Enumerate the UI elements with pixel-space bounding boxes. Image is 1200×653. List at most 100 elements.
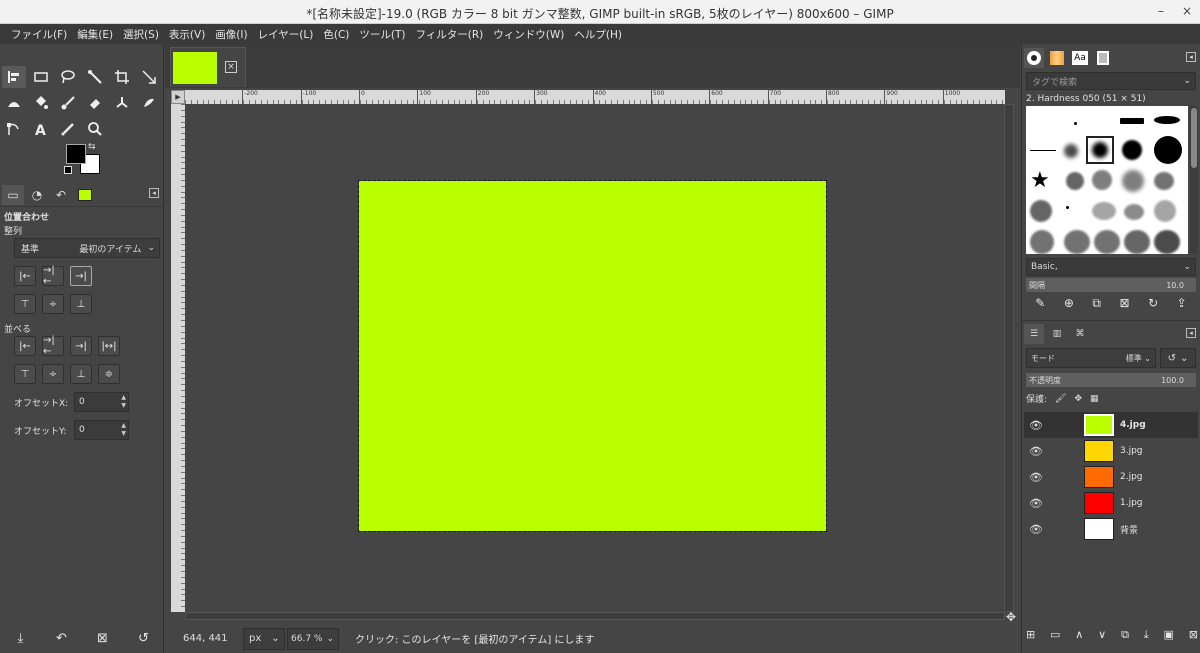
brushes-tab-icon[interactable] [1024, 48, 1044, 68]
dock-menu-icon[interactable]: ◂ [149, 188, 159, 198]
offset-y-input[interactable]: 0 ▲ ▼ [74, 420, 129, 440]
tool-options-tab-icon[interactable]: ▭ [2, 185, 24, 205]
navigate-icon[interactable]: ✥ [1006, 610, 1016, 624]
undo-history-tab-icon[interactable]: ↶ [50, 185, 72, 205]
color-picker-icon[interactable] [56, 118, 80, 140]
spin-arrows-icon[interactable]: ▲ ▼ [121, 394, 126, 410]
document-history-tab-icon[interactable] [1093, 48, 1113, 68]
lock-pixels-icon[interactable]: 🖌 [1055, 394, 1066, 404]
warp-icon[interactable] [2, 92, 26, 114]
brush-item[interactable] [1124, 230, 1150, 254]
new-layer-icon[interactable]: ⊞ [1026, 628, 1035, 642]
brush-item[interactable] [1030, 150, 1056, 151]
transform-icon[interactable] [137, 66, 161, 88]
raise-layer-icon[interactable]: ∧ [1075, 628, 1083, 642]
align-right-button[interactable]: →| [70, 266, 92, 286]
brush-item[interactable] [1124, 204, 1144, 220]
images-tab-icon[interactable] [74, 185, 96, 205]
distribute-right-button[interactable]: →| [70, 336, 92, 356]
close-button[interactable]: × [1182, 4, 1192, 18]
visibility-eye-icon[interactable]: 👁 [1024, 419, 1048, 432]
new-layer-group-icon[interactable]: ▭ [1050, 628, 1060, 642]
menu-select[interactable]: 選択(S) [118, 27, 164, 42]
horizontal-scrollbar[interactable] [185, 612, 1005, 620]
eraser-icon[interactable] [83, 92, 107, 114]
layer-row[interactable]: 👁 4.jpg [1024, 412, 1198, 438]
distribute-top-button[interactable]: ⊤ [14, 364, 36, 384]
unit-dropdown[interactable]: px ⌄ [243, 627, 285, 650]
lasso-icon[interactable] [56, 66, 80, 88]
new-brush-icon[interactable]: ⊕ [1064, 296, 1074, 311]
bucket-fill-icon[interactable] [29, 92, 53, 114]
fonts-tab-icon[interactable]: Aa [1070, 48, 1090, 68]
paths-icon[interactable] [2, 118, 26, 140]
reset-options-icon[interactable]: ↺ [134, 631, 154, 646]
visibility-eye-icon[interactable]: 👁 [1024, 445, 1048, 458]
distribute-vcenter-button[interactable]: ÷ [42, 364, 64, 384]
align-tool-icon[interactable] [2, 66, 26, 88]
mask-layer-icon[interactable]: ▣ [1163, 628, 1173, 642]
vertical-scrollbar[interactable] [1004, 104, 1014, 612]
visibility-eye-icon[interactable]: 👁 [1024, 523, 1048, 536]
zoom-icon[interactable] [83, 118, 107, 140]
brush-item[interactable] [1120, 118, 1144, 124]
align-hcenter-button[interactable]: →|← [42, 265, 64, 287]
menu-windows[interactable]: ウィンドウ(W) [488, 27, 569, 42]
delete-layer-icon[interactable]: ⊠ [1189, 628, 1198, 642]
layer-row[interactable]: 👁 2.jpg [1024, 464, 1198, 490]
menu-edit[interactable]: 編集(E) [72, 27, 118, 42]
merge-layer-icon[interactable]: ⤓ [1144, 628, 1149, 642]
patterns-tab-icon[interactable] [1047, 48, 1067, 68]
brush-item[interactable] [1064, 230, 1090, 254]
brush-item[interactable] [1064, 144, 1078, 158]
layer-row[interactable]: 👁 1.jpg [1024, 490, 1198, 516]
fg-bg-color-swatch[interactable]: ⇆ [64, 142, 104, 178]
menu-file[interactable]: ファイル(F) [6, 27, 72, 42]
distribute-hcenter-button[interactable]: →|← [42, 335, 64, 357]
lower-layer-icon[interactable]: ∨ [1098, 628, 1106, 642]
duplicate-layer-icon[interactable]: ⧉ [1121, 628, 1129, 642]
lock-position-icon[interactable]: ✥ [1074, 394, 1082, 404]
distribute-hspace-button[interactable]: |↔| [98, 336, 120, 356]
brush-item[interactable] [1154, 200, 1176, 222]
star-brush-icon[interactable]: ★ [1030, 168, 1050, 193]
distribute-bottom-button[interactable]: ⊥ [70, 364, 92, 384]
menu-tools[interactable]: ツール(T) [354, 27, 410, 42]
distribute-left-button[interactable]: |← [14, 336, 36, 356]
image-tab[interactable]: × [170, 47, 246, 87]
device-status-tab-icon[interactable]: ◔ [26, 185, 48, 205]
rect-select-icon[interactable] [29, 66, 53, 88]
brush-grid[interactable]: ★ [1026, 106, 1188, 254]
minimize-button[interactable]: – [1158, 4, 1164, 18]
edit-brush-icon[interactable]: ✎ [1035, 296, 1045, 311]
paintbrush-icon[interactable] [56, 92, 80, 114]
offset-x-input[interactable]: 0 ▲ ▼ [74, 392, 129, 412]
image-canvas[interactable] [358, 180, 827, 532]
menu-filters[interactable]: フィルター(R) [410, 27, 488, 42]
layer-row[interactable]: 👁 3.jpg [1024, 438, 1198, 464]
brush-item[interactable] [1154, 230, 1180, 254]
spacing-slider[interactable]: 間隔 10.0 [1026, 278, 1196, 292]
zoom-dropdown[interactable]: 66.7 % ⌄ [287, 627, 339, 650]
crop-icon[interactable] [110, 66, 134, 88]
menu-image[interactable]: 画像(I) [210, 27, 252, 42]
brush-item[interactable] [1122, 140, 1142, 160]
dock-menu-icon[interactable]: ◂ [1186, 328, 1196, 338]
brush-item[interactable] [1074, 122, 1077, 125]
brush-item[interactable] [1122, 170, 1144, 192]
align-top-button[interactable]: ⊤ [14, 294, 36, 314]
brush-item[interactable] [1066, 172, 1084, 190]
menu-view[interactable]: 表示(V) [164, 27, 210, 42]
visibility-eye-icon[interactable]: 👁 [1024, 497, 1048, 510]
menu-help[interactable]: ヘルプ(H) [569, 27, 627, 42]
smudge-icon[interactable] [137, 92, 161, 114]
visibility-eye-icon[interactable]: 👁 [1024, 471, 1048, 484]
delete-options-icon[interactable]: ⊠ [93, 631, 113, 646]
image-thumbnail[interactable] [173, 52, 217, 84]
layer-mode-dropdown[interactable]: モード 標準 ⌄ [1026, 348, 1156, 368]
tag-filter-input[interactable]: タグで検索 ⌄ [1026, 72, 1196, 90]
open-brush-icon[interactable]: ⇪ [1177, 296, 1187, 311]
clone-icon[interactable] [110, 92, 134, 114]
align-left-button[interactable]: |← [14, 266, 36, 286]
brush-item[interactable] [1030, 230, 1054, 254]
